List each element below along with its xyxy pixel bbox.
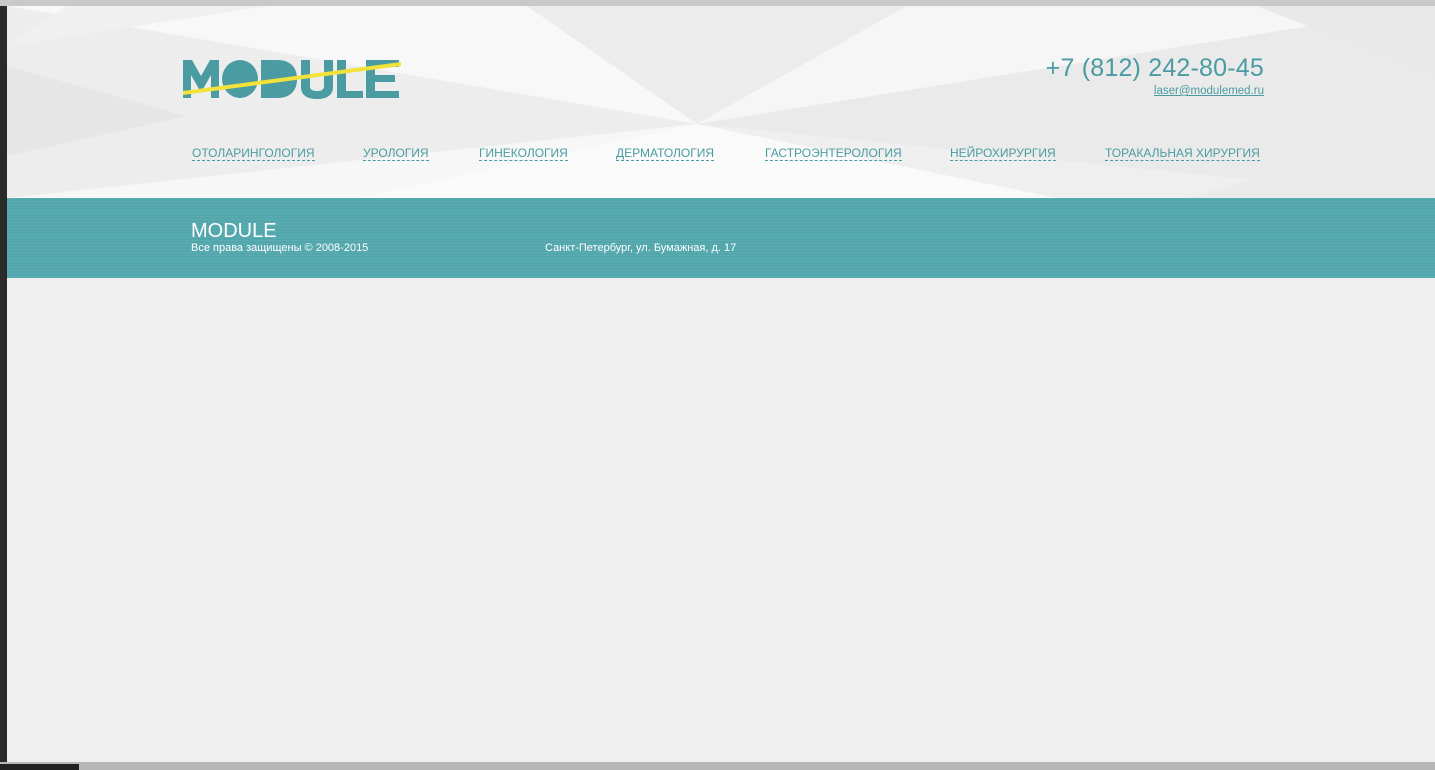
nav-item-urology[interactable]: УРОЛОГИЯ xyxy=(363,146,429,161)
header-background xyxy=(7,6,1435,198)
site-footer: MODULE Все права защищены © 2008-2015 Са… xyxy=(7,198,1435,278)
main-nav: ОТОЛАРИНГОЛОГИЯ УРОЛОГИЯ ГИНЕКОЛОГИЯ ДЕР… xyxy=(192,146,1272,166)
nav-item-dermatology[interactable]: ДЕРМАТОЛОГИЯ xyxy=(616,146,715,161)
nav-item-otolaryngology[interactable]: ОТОЛАРИНГОЛОГИЯ xyxy=(192,146,315,161)
email-link[interactable]: laser@modulemed.ru xyxy=(1154,85,1264,97)
site-header: +7 (812) 242-80-45 laser@modulemed.ru ОТ… xyxy=(7,6,1435,198)
footer-brand: MODULE xyxy=(191,220,277,242)
page: +7 (812) 242-80-45 laser@modulemed.ru ОТ… xyxy=(7,6,1435,762)
nav-item-thoracic-surgery[interactable]: ТОРАКАЛЬНАЯ ХИРУРГИЯ xyxy=(1105,146,1260,161)
phone-number: +7 (812) 242-80-45 xyxy=(1045,54,1264,82)
footer-address: Санкт-Петербург, ул. Бумажная, д. 17 xyxy=(545,242,737,254)
footer-copyright: Все права защищены © 2008-2015 xyxy=(191,242,369,254)
browser-bottom-strip xyxy=(0,762,1435,770)
nav-item-gynecology[interactable]: ГИНЕКОЛОГИЯ xyxy=(479,146,568,161)
module-logo[interactable] xyxy=(183,58,401,100)
taskbar-fragment xyxy=(0,764,79,770)
nav-item-neurosurgery[interactable]: НЕЙРОХИРУРГИЯ xyxy=(950,146,1056,161)
nav-item-gastroenterology[interactable]: ГАСТРОЭНТЕРОЛОГИЯ xyxy=(765,146,902,161)
